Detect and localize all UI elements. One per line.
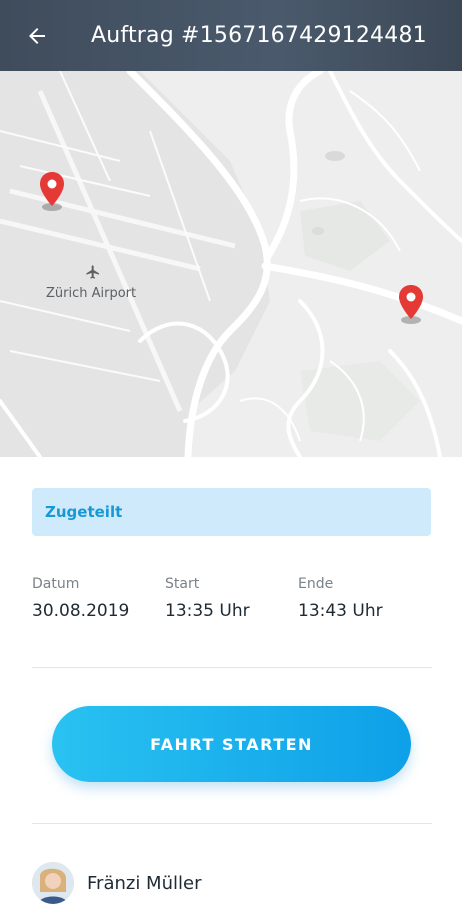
- divider: [32, 667, 432, 668]
- page-title: Auftrag #1567167429124481: [91, 23, 427, 48]
- status-badge: Zugeteilt: [32, 488, 431, 536]
- end-time-column: Ende 13:43 Uhr: [298, 576, 383, 621]
- start-time-value: 13:35 Uhr: [165, 601, 250, 621]
- map-place-label: Zürich Airport: [46, 286, 137, 301]
- start-trip-label: FAHRT STARTEN: [150, 734, 313, 754]
- status-label: Zugeteilt: [45, 503, 123, 521]
- arrow-left-icon: [29, 27, 45, 44]
- end-time-label: Ende: [298, 576, 334, 592]
- pickup-location-pin[interactable]: [38, 171, 66, 211]
- date-label: Datum: [32, 576, 80, 592]
- end-time-value: 13:43 Uhr: [298, 601, 383, 621]
- person-avatar-icon: [32, 862, 74, 904]
- date-value: 30.08.2019: [32, 601, 130, 621]
- avatar: [32, 862, 74, 904]
- airport-icon: [86, 265, 99, 279]
- start-time-column: Start 13:35 Uhr: [165, 576, 250, 621]
- app-bar: Auftrag #1567167429124481: [0, 0, 462, 71]
- start-time-label: Start: [165, 576, 200, 592]
- dropoff-location-pin[interactable]: [397, 284, 425, 324]
- contact-name: Fränzi Müller: [87, 872, 202, 894]
- trip-details: Datum 30.08.2019 Start 13:35 Uhr Ende 13…: [32, 576, 432, 636]
- start-trip-button[interactable]: FAHRT STARTEN: [52, 706, 411, 782]
- back-button[interactable]: [13, 12, 61, 60]
- divider: [32, 823, 432, 824]
- map-pin-icon: [40, 172, 64, 211]
- map-view[interactable]: Zürich Airport: [0, 71, 462, 457]
- map-pin-icon: [399, 285, 423, 324]
- contact-row[interactable]: Fränzi Müller: [32, 860, 201, 906]
- map-canvas: [0, 71, 462, 457]
- date-column: Datum 30.08.2019: [32, 576, 129, 621]
